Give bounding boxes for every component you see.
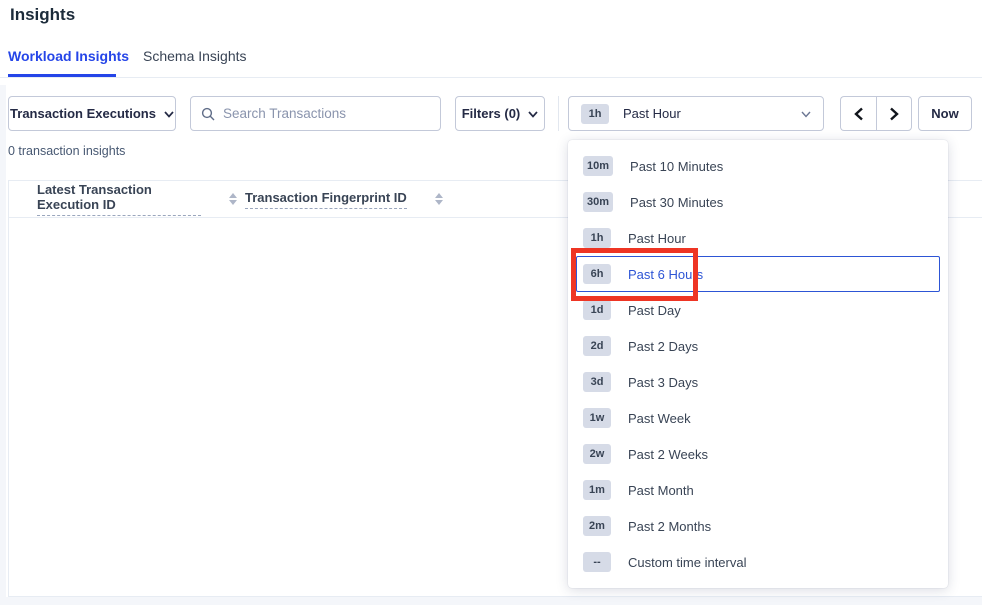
previous-interval-button[interactable]: [840, 96, 876, 131]
sort-desc-icon: [435, 200, 443, 205]
tab-schema-insights[interactable]: Schema Insights: [143, 48, 247, 64]
page-header: Insights Workload Insights Schema Insigh…: [0, 0, 982, 78]
time-interval-option-label: Past 2 Weeks: [628, 447, 708, 462]
time-interval-option[interactable]: -- Custom time interval: [576, 544, 940, 580]
time-interval-option-label: Past 2 Days: [628, 339, 698, 354]
time-interval-option-badge: 10m: [583, 156, 613, 176]
search-input[interactable]: [223, 106, 430, 121]
chevron-down-icon: [528, 109, 538, 119]
column-header-label[interactable]: Latest Transaction Execution ID: [37, 182, 201, 216]
sort-asc-icon: [229, 193, 237, 198]
time-interval-option-badge: 1d: [583, 300, 611, 320]
chevron-down-icon: [801, 109, 811, 119]
toolbar-divider: [558, 96, 559, 131]
time-interval-option-badge: 1m: [583, 480, 611, 500]
tab-workload-insights[interactable]: Workload Insights: [8, 48, 129, 64]
time-interval-option[interactable]: 1m Past Month: [576, 472, 940, 508]
view-selector-dropdown[interactable]: Transaction Executions: [8, 96, 176, 131]
time-interval-option[interactable]: 3d Past 3 Days: [576, 364, 940, 400]
time-interval-option-label: Past 30 Minutes: [630, 195, 723, 210]
time-interval-option-label: Past 10 Minutes: [630, 159, 723, 174]
chevron-down-icon: [164, 109, 174, 119]
now-button[interactable]: Now: [918, 96, 972, 131]
page-background-left: [0, 85, 6, 605]
sort-icon[interactable]: [229, 193, 237, 205]
time-interval-label: Past Hour: [623, 106, 787, 121]
next-interval-button[interactable]: [876, 96, 912, 131]
time-interval-option-label: Past Week: [628, 411, 691, 426]
time-interval-option[interactable]: 1d Past Day: [576, 292, 940, 328]
filters-button[interactable]: Filters (0): [455, 96, 545, 131]
time-interval-option-label: Past 6 Hours: [628, 267, 703, 282]
time-interval-option[interactable]: 2m Past 2 Months: [576, 508, 940, 544]
page-title: Insights: [10, 5, 75, 25]
time-interval-option-badge: --: [583, 552, 611, 572]
insights-count: 0 transaction insights: [8, 144, 125, 158]
search-icon: [201, 107, 215, 121]
time-interval-option-badge: 2d: [583, 336, 611, 356]
time-interval-option[interactable]: 6h Past 6 Hours: [576, 256, 940, 292]
active-tab-underline: [8, 74, 116, 77]
time-interval-dropdown-menu: 10m Past 10 Minutes 30m Past 30 Minutes …: [568, 140, 948, 588]
time-interval-option-badge: 1h: [583, 228, 611, 248]
sort-icon[interactable]: [435, 193, 443, 205]
time-interval-option-badge: 3d: [583, 372, 611, 392]
page-background-bottom: [0, 597, 982, 605]
time-interval-option-label: Past Month: [628, 483, 694, 498]
sort-asc-icon: [435, 193, 443, 198]
chevron-right-icon: [888, 107, 900, 121]
time-interval-option-badge: 1w: [583, 408, 611, 428]
time-interval-option-badge: 30m: [583, 192, 613, 212]
time-interval-option-label: Past 2 Months: [628, 519, 711, 534]
time-interval-option-label: Past Day: [628, 303, 681, 318]
time-interval-badge: 1h: [581, 104, 609, 124]
time-interval-option-badge: 2m: [583, 516, 611, 536]
time-interval-option-badge: 2w: [583, 444, 611, 464]
column-header: Latest Transaction Execution ID: [37, 182, 245, 216]
time-interval-option-label: Past 3 Days: [628, 375, 698, 390]
time-interval-option[interactable]: 1w Past Week: [576, 400, 940, 436]
time-interval-option-badge: 6h: [583, 264, 611, 284]
sort-desc-icon: [229, 200, 237, 205]
search-box[interactable]: [190, 96, 441, 131]
view-selector-label: Transaction Executions: [10, 106, 156, 121]
time-interval-option[interactable]: 2w Past 2 Weeks: [576, 436, 940, 472]
time-interval-option-label: Past Hour: [628, 231, 686, 246]
time-interval-picker[interactable]: 1h Past Hour: [568, 96, 824, 131]
column-header-label[interactable]: Transaction Fingerprint ID: [245, 190, 407, 209]
time-interval-option[interactable]: 1h Past Hour: [576, 220, 940, 256]
time-nav-group: [840, 96, 912, 131]
time-interval-option[interactable]: 2d Past 2 Days: [576, 328, 940, 364]
time-interval-option[interactable]: 30m Past 30 Minutes: [576, 184, 940, 220]
filters-label: Filters (0): [462, 106, 521, 121]
time-interval-option[interactable]: 10m Past 10 Minutes: [576, 148, 940, 184]
time-interval-option-label: Custom time interval: [628, 555, 746, 570]
chevron-left-icon: [853, 107, 865, 121]
